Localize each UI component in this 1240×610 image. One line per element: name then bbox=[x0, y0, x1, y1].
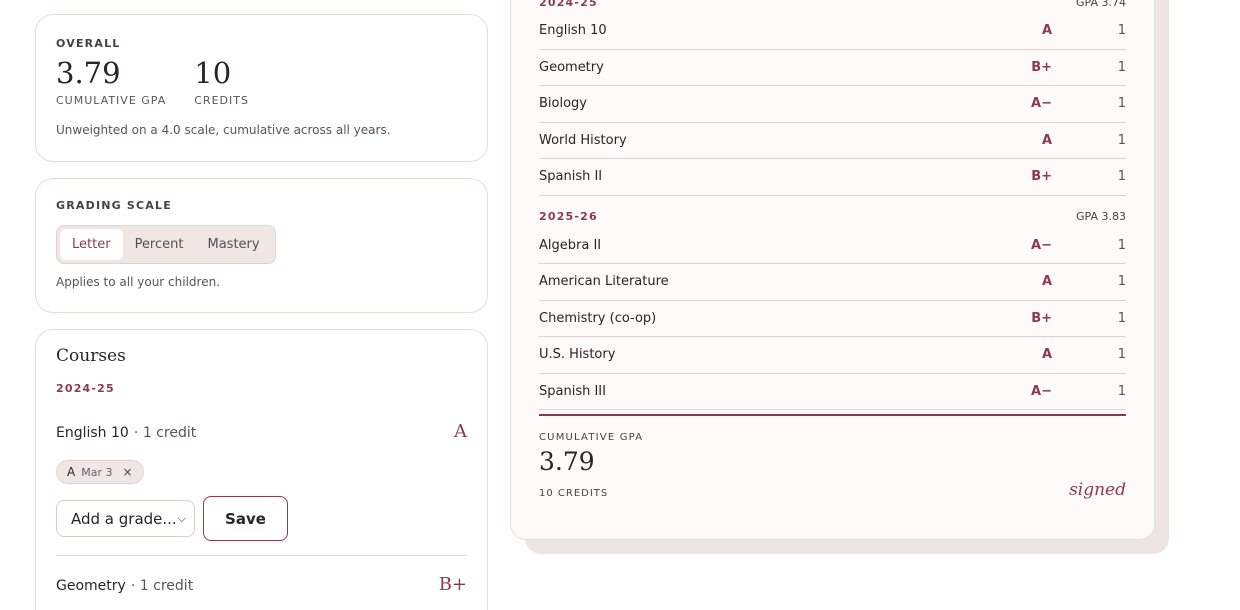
transcript-row: American Literature A 1 bbox=[539, 264, 1126, 301]
course-credit: · 1 credit bbox=[130, 578, 194, 594]
save-button[interactable]: Save bbox=[203, 496, 288, 541]
transcript-grade: A bbox=[1041, 347, 1052, 363]
transcript-grade: A bbox=[1041, 132, 1052, 148]
course-divider bbox=[56, 555, 467, 556]
overall-eyebrow: OVERALL bbox=[56, 37, 121, 50]
transcript-credits: 1 bbox=[1117, 169, 1126, 185]
overall-card: OVERALL 3.79 CUMULATIVE GPA 10 CREDITS U… bbox=[35, 14, 488, 162]
transcript-grade: A− bbox=[1031, 383, 1052, 399]
transcript-row: Algebra II A− 1 bbox=[539, 228, 1126, 264]
chevron-down-icon: ⌵ bbox=[177, 511, 186, 525]
transcript-row: U.S. History A 1 bbox=[539, 337, 1126, 374]
grade-entry-chip: A Mar 3 × bbox=[56, 460, 144, 484]
signature: signed bbox=[1069, 480, 1126, 500]
scale-option-percent[interactable]: Percent bbox=[123, 229, 196, 260]
transcript-course: Biology bbox=[539, 96, 587, 112]
course-name: Geometry bbox=[56, 578, 126, 594]
transcript-row: Chemistry (co-op) B+ 1 bbox=[539, 301, 1126, 337]
transcript-credits: 1 bbox=[1117, 96, 1126, 112]
transcript-row: Spanish III A− 1 bbox=[539, 374, 1126, 410]
transcript-grade: B+ bbox=[1031, 310, 1052, 326]
add-grade-form: Add a grade... ⌵ Save bbox=[56, 496, 467, 541]
course-grade: A bbox=[454, 421, 467, 442]
transcript-year-gpa: GPA 3.83 bbox=[1076, 210, 1126, 223]
transcript-course: U.S. History bbox=[539, 347, 616, 363]
credits-label: CREDITS bbox=[194, 94, 249, 107]
transcript-credits: 1 bbox=[1117, 132, 1126, 148]
courses-card: Courses 2024-25 English 10 · 1 credit A … bbox=[35, 329, 488, 610]
gpa-value: 3.79 bbox=[56, 56, 121, 90]
transcript-course: Geometry bbox=[539, 59, 604, 75]
transcript-total-credits: 10 CREDITS bbox=[539, 488, 609, 499]
transcript-credits: 1 bbox=[1117, 310, 1126, 326]
transcript-total-gpa: 3.79 bbox=[539, 447, 595, 476]
course-row[interactable]: English 10 · 1 credit A bbox=[56, 421, 467, 442]
transcript-row: Spanish II B+ 1 bbox=[539, 159, 1126, 196]
remove-grade-icon[interactable]: × bbox=[122, 465, 132, 479]
course-name: English 10 bbox=[56, 425, 129, 441]
overall-note: Unweighted on a 4.0 scale, cumulative ac… bbox=[56, 123, 391, 137]
transcript-year-header: 2024-25 GPA 3.74 bbox=[539, 0, 1126, 13]
transcript-total-label: CUMULATIVE GPA bbox=[539, 432, 644, 443]
course-info: English 10 · 1 credit bbox=[56, 422, 196, 441]
transcript-grade: A bbox=[1041, 274, 1052, 290]
grade-entry-grade: A bbox=[67, 465, 76, 479]
add-grade-select[interactable]: Add a grade... ⌵ bbox=[56, 500, 195, 537]
transcript-grade: A− bbox=[1031, 96, 1052, 112]
transcript-credits: 1 bbox=[1117, 274, 1126, 290]
course-credit: · 1 credit bbox=[133, 425, 197, 441]
transcript-grade: A bbox=[1041, 23, 1052, 39]
courses-year: 2024-25 bbox=[56, 382, 115, 395]
courses-title: Courses bbox=[56, 346, 126, 366]
transcript-credits: 1 bbox=[1117, 347, 1126, 363]
transcript-credits: 1 bbox=[1117, 23, 1126, 39]
scale-option-mastery[interactable]: Mastery bbox=[195, 229, 271, 260]
transcript-total: CUMULATIVE GPA 3.79 10 CREDITS signed bbox=[539, 414, 1126, 500]
transcript-credits: 1 bbox=[1117, 237, 1126, 253]
transcript-course: American Literature bbox=[539, 274, 669, 290]
transcript-grade: A− bbox=[1031, 237, 1052, 253]
gpa-stat: 3.79 CUMULATIVE GPA bbox=[56, 54, 166, 107]
transcript-credits: 1 bbox=[1117, 383, 1126, 399]
transcript-grade: B+ bbox=[1031, 59, 1052, 75]
overall-stats: 3.79 CUMULATIVE GPA 10 CREDITS bbox=[56, 54, 467, 107]
transcript-sheet: 2024-25 GPA 3.74 English 10 A 1 Geometry… bbox=[510, 0, 1155, 540]
transcript-course: English 10 bbox=[539, 23, 607, 39]
grading-scale-eyebrow: GRADING SCALE bbox=[56, 199, 172, 212]
grading-scale-card: GRADING SCALE Letter Percent Mastery App… bbox=[35, 178, 488, 313]
add-grade-select-value: Add a grade... bbox=[71, 509, 177, 528]
grading-scale-note: Applies to all your children. bbox=[56, 275, 221, 289]
credits-stat: 10 CREDITS bbox=[194, 54, 249, 107]
transcript-credits: 1 bbox=[1117, 59, 1126, 75]
transcript-year-label: 2025-26 bbox=[539, 210, 598, 223]
transcript-course: Spanish II bbox=[539, 169, 603, 185]
transcript-row: World History A 1 bbox=[539, 123, 1126, 159]
gpa-label: CUMULATIVE GPA bbox=[56, 94, 167, 107]
transcript-grade: B+ bbox=[1031, 169, 1052, 185]
credits-value: 10 bbox=[194, 56, 232, 90]
course-grade: B+ bbox=[438, 574, 467, 595]
transcript-row: English 10 A 1 bbox=[539, 13, 1126, 50]
transcript-course: World History bbox=[539, 132, 627, 148]
transcript-year-header: 2025-26 GPA 3.83 bbox=[539, 206, 1126, 228]
transcript-course: Chemistry (co-op) bbox=[539, 310, 657, 326]
course-info: Geometry · 1 credit bbox=[56, 575, 193, 594]
transcript-course: Algebra II bbox=[539, 237, 602, 253]
transcript-row: Biology A− 1 bbox=[539, 86, 1126, 123]
grading-scale-toggle: Letter Percent Mastery bbox=[56, 225, 276, 264]
transcript-year-gpa: GPA 3.74 bbox=[1076, 0, 1126, 9]
transcript-course: Spanish III bbox=[539, 383, 606, 399]
grade-entry-date: Mar 3 bbox=[81, 465, 113, 479]
transcript-row: Geometry B+ 1 bbox=[539, 50, 1126, 86]
course-row[interactable]: Geometry · 1 credit B+ bbox=[56, 574, 467, 595]
transcript-year-label: 2024-25 bbox=[539, 0, 598, 9]
scale-option-letter[interactable]: Letter bbox=[60, 229, 123, 260]
